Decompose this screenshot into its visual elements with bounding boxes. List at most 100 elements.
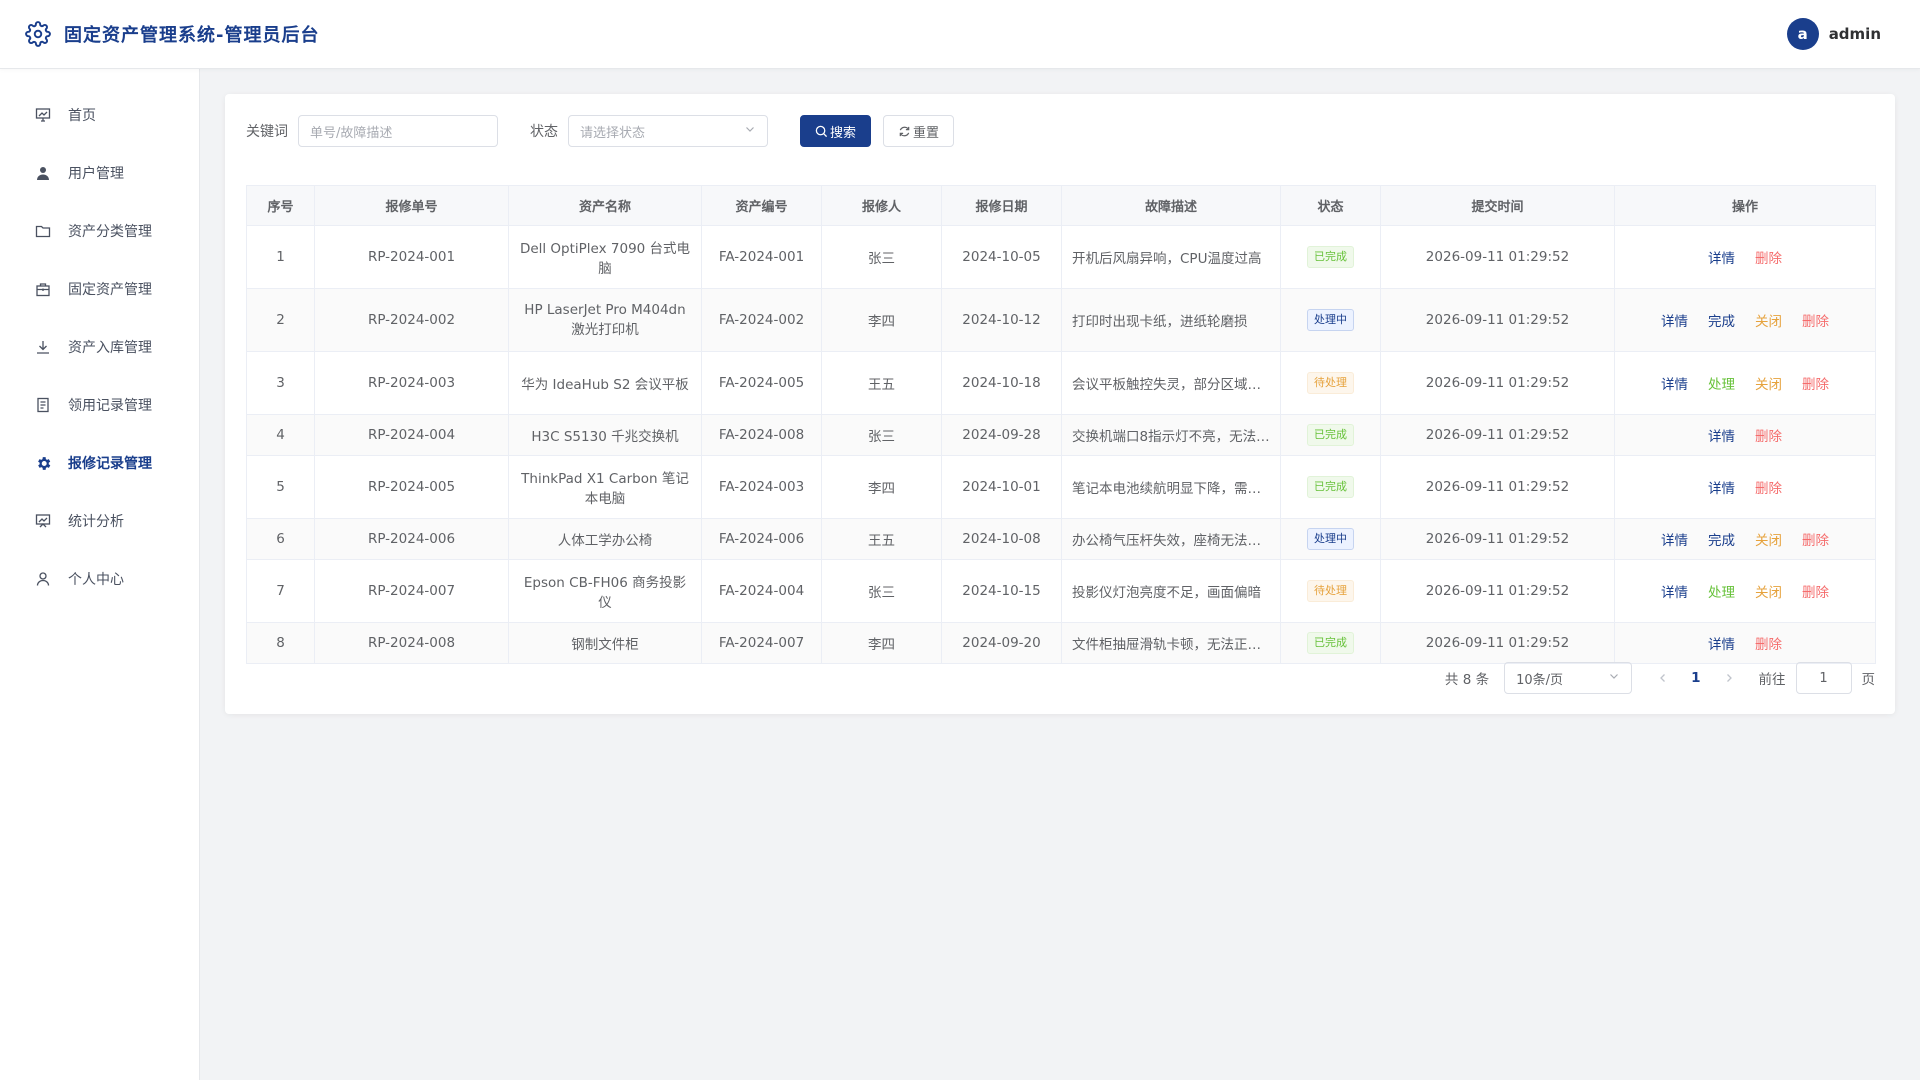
cell-desc: 笔记本电池续航明显下降，需更换 (1061, 455, 1281, 519)
cell-reporter: 李四 (821, 455, 942, 519)
close-link[interactable]: 关闭 (1755, 310, 1782, 330)
row-actions: 详情 删除 (1625, 477, 1865, 497)
table-header-row: 序号 报修单号 资产名称 资产编号 报修人 报修日期 故障描述 状态 提交时间 … (246, 185, 1876, 226)
cell-asset: 钢制文件柜 (508, 622, 702, 664)
cell-code: FA-2024-006 (701, 518, 822, 560)
chevron-left-icon[interactable] (1657, 672, 1669, 684)
page-size-select[interactable]: 10条/页 (1504, 662, 1633, 694)
goto-label: 前往 (1758, 672, 1786, 688)
cell-actions: 详情 删除 (1614, 414, 1876, 456)
cell-status: 处理中 (1280, 288, 1381, 352)
cell-desc: 投影仪灯泡亮度不足，画面偏暗 (1061, 559, 1281, 623)
cell-status: 已完成 (1280, 225, 1381, 289)
gear-icon (34, 454, 52, 472)
delete-link[interactable]: 删除 (1755, 633, 1782, 653)
user-menu[interactable]: a admin (1786, 18, 1881, 50)
goto-page-input[interactable]: 1 (1795, 662, 1852, 694)
cell-no: 2 (246, 288, 315, 352)
close-link[interactable]: 关闭 (1755, 581, 1782, 601)
close-link[interactable]: 关闭 (1755, 373, 1782, 393)
table-row: 6 RP-2024-006 人体工学办公椅 FA-2024-006 王五 2024-10-… (246, 518, 1876, 560)
cell-desc: 会议平板触控失灵，部分区域无响应 (1061, 351, 1281, 415)
cell-time: 2026-09-11 01:29:52 (1380, 518, 1615, 560)
status-badge: 已完成 (1307, 246, 1354, 268)
column-header: 状态 (1280, 185, 1381, 226)
sidebar-item-statistics[interactable]: 统计分析 (0, 492, 199, 550)
search-icon (815, 125, 828, 138)
page-size-value: 10条/页 (1516, 672, 1564, 688)
detail-link[interactable]: 详情 (1708, 477, 1735, 497)
sidebar-item-repair[interactable]: 报修记录管理 (0, 434, 199, 492)
row-actions: 详情 处理 关闭 删除 (1625, 373, 1865, 393)
status-badge: 已完成 (1307, 632, 1354, 654)
keyword-input[interactable]: 单号/故障描述 (298, 115, 498, 147)
cell-reporter: 张三 (821, 559, 942, 623)
cell-reporter: 王五 (821, 351, 942, 415)
sidebar: 首页 用户管理 资产分类管理 固定资产管理 资产入库管理 领用记录管理 报修记录… (0, 69, 200, 1080)
reset-button[interactable]: 重置 (883, 115, 955, 147)
sidebar-item-inbound[interactable]: 资产入库管理 (0, 318, 199, 376)
row-actions: 详情 删除 (1625, 247, 1865, 267)
detail-link[interactable]: 详情 (1708, 247, 1735, 267)
cell-actions: 详情 删除 (1614, 455, 1876, 519)
delete-link[interactable]: 删除 (1755, 247, 1782, 267)
cell-desc: 文件柜抽屉滑轨卡顿，无法正常开合 (1061, 622, 1281, 664)
search-button-label: 搜索 (830, 125, 857, 141)
chevron-down-icon (1608, 670, 1620, 686)
delete-link[interactable]: 删除 (1755, 425, 1782, 445)
page-suffix: 页 (1861, 672, 1876, 688)
cell-order: RP-2024-002 (314, 288, 509, 352)
status-label: 状态 (530, 124, 558, 140)
cell-code: FA-2024-004 (701, 559, 822, 623)
complete-link[interactable]: 完成 (1708, 529, 1735, 549)
detail-link[interactable]: 详情 (1708, 425, 1735, 445)
detail-link[interactable]: 详情 (1708, 633, 1735, 653)
cell-desc: 打印时出现卡纸，进纸轮磨损 (1061, 288, 1281, 352)
cell-desc: 办公椅气压杆失效，座椅无法升降 (1061, 518, 1281, 560)
sidebar-item-assets[interactable]: 固定资产管理 (0, 260, 199, 318)
page-number[interactable]: 1 (1691, 670, 1700, 686)
column-header: 报修日期 (941, 185, 1062, 226)
detail-link[interactable]: 详情 (1661, 529, 1688, 549)
table-row: 5 RP-2024-005 ThinkPad X1 Carbon 笔记本电脑 FA-2… (246, 455, 1876, 519)
close-link[interactable]: 关闭 (1755, 529, 1782, 549)
top-header: 固定资产管理系统-管理员后台 a admin (0, 0, 1920, 69)
username[interactable]: admin (1829, 25, 1881, 43)
cell-time: 2026-09-11 01:29:52 (1380, 351, 1615, 415)
delete-link[interactable]: 删除 (1802, 310, 1829, 330)
cell-date: 2024-10-12 (941, 288, 1062, 352)
detail-link[interactable]: 详情 (1661, 373, 1688, 393)
detail-link[interactable]: 详情 (1661, 581, 1688, 601)
cell-date: 2024-10-05 (941, 225, 1062, 289)
sidebar-item-home[interactable]: 首页 (0, 86, 199, 144)
column-header: 操作 (1614, 185, 1876, 226)
cell-asset: 人体工学办公椅 (508, 518, 702, 560)
delete-link[interactable]: 删除 (1802, 581, 1829, 601)
status-select[interactable]: 请选择状态 (568, 115, 768, 147)
detail-link[interactable]: 详情 (1661, 310, 1688, 330)
delete-link[interactable]: 删除 (1802, 529, 1829, 549)
delete-link[interactable]: 删除 (1755, 477, 1782, 497)
sidebar-item-categories[interactable]: 资产分类管理 (0, 202, 199, 260)
sidebar-item-profile[interactable]: 个人中心 (0, 550, 199, 608)
sidebar-item-requisition[interactable]: 领用记录管理 (0, 376, 199, 434)
cell-no: 3 (246, 351, 315, 415)
cell-status: 待处理 (1280, 351, 1381, 415)
search-button[interactable]: 搜索 (800, 115, 872, 147)
cell-desc: 开机后风扇异响，CPU温度过高 (1061, 225, 1281, 289)
process-link[interactable]: 处理 (1708, 373, 1735, 393)
chevron-right-icon[interactable] (1723, 672, 1735, 684)
column-header: 报修单号 (314, 185, 509, 226)
cell-asset: HP LaserJet Pro M404dn 激光打印机 (508, 288, 702, 352)
delete-link[interactable]: 删除 (1802, 373, 1829, 393)
sidebar-item-label: 报修记录管理 (68, 456, 152, 472)
process-link[interactable]: 处理 (1708, 581, 1735, 601)
cell-status: 已完成 (1280, 622, 1381, 664)
avatar[interactable]: a (1786, 18, 1819, 50)
cell-time: 2026-09-11 01:29:52 (1380, 622, 1615, 664)
column-header: 故障描述 (1061, 185, 1281, 226)
app-title: 固定资产管理系统-管理员后台 (64, 25, 320, 46)
sidebar-item-users[interactable]: 用户管理 (0, 144, 199, 202)
status-badge: 已完成 (1307, 476, 1354, 498)
complete-link[interactable]: 完成 (1708, 310, 1735, 330)
